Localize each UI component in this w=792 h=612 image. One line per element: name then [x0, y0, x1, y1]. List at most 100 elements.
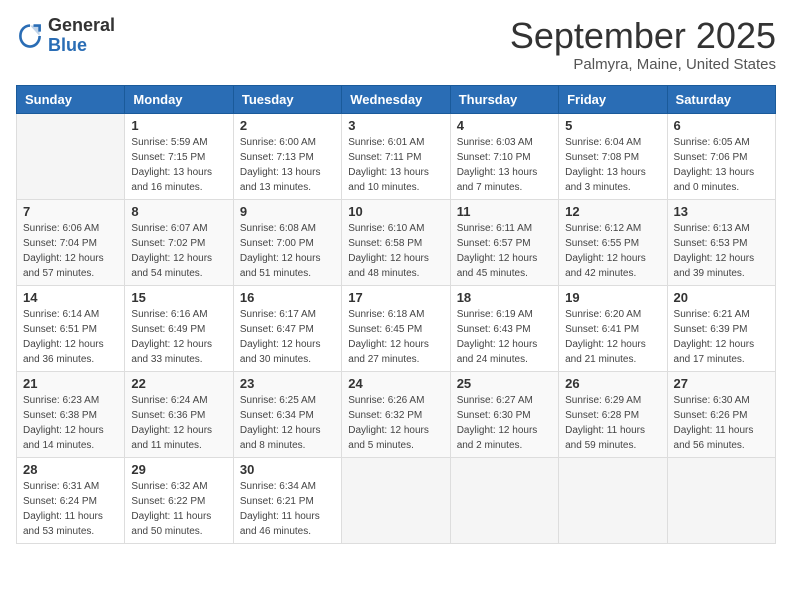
day-info: Sunrise: 6:21 AMSunset: 6:39 PMDaylight:… [674, 307, 769, 367]
weekday-header-wednesday: Wednesday [342, 85, 450, 113]
calendar-cell: 9 Sunrise: 6:08 AMSunset: 7:00 PMDaylight… [233, 199, 341, 285]
calendar-cell: 22 Sunrise: 6:24 AMSunset: 6:36 PMDayligh… [125, 371, 233, 457]
day-number: 9 [240, 204, 335, 219]
calendar-cell [17, 113, 125, 199]
weekday-header-saturday: Saturday [667, 85, 775, 113]
day-number: 2 [240, 118, 335, 133]
day-info: Sunrise: 6:30 AMSunset: 6:26 PMDaylight:… [674, 393, 769, 453]
weekday-header-thursday: Thursday [450, 85, 558, 113]
calendar-cell: 27 Sunrise: 6:30 AMSunset: 6:26 PMDayligh… [667, 371, 775, 457]
calendar-cell: 2 Sunrise: 6:00 AMSunset: 7:13 PMDaylight… [233, 113, 341, 199]
logo-text: General Blue [48, 16, 115, 56]
day-number: 27 [674, 376, 769, 391]
day-info: Sunrise: 6:23 AMSunset: 6:38 PMDaylight:… [23, 393, 118, 453]
day-info: Sunrise: 6:08 AMSunset: 7:00 PMDaylight:… [240, 221, 335, 281]
day-number: 25 [457, 376, 552, 391]
calendar-week-4: 21 Sunrise: 6:23 AMSunset: 6:38 PMDayligh… [17, 371, 776, 457]
day-info: Sunrise: 6:07 AMSunset: 7:02 PMDaylight:… [131, 221, 226, 281]
day-info: Sunrise: 6:26 AMSunset: 6:32 PMDaylight:… [348, 393, 443, 453]
day-info: Sunrise: 6:04 AMSunset: 7:08 PMDaylight:… [565, 135, 660, 195]
day-info: Sunrise: 6:17 AMSunset: 6:47 PMDaylight:… [240, 307, 335, 367]
day-info: Sunrise: 6:13 AMSunset: 6:53 PMDaylight:… [674, 221, 769, 281]
day-info: Sunrise: 6:34 AMSunset: 6:21 PMDaylight:… [240, 479, 335, 539]
logo-icon [16, 22, 44, 50]
day-number: 22 [131, 376, 226, 391]
month-title: September 2025 [510, 16, 776, 56]
day-number: 7 [23, 204, 118, 219]
day-info: Sunrise: 6:14 AMSunset: 6:51 PMDaylight:… [23, 307, 118, 367]
calendar-cell: 3Sunrise: 6:01 AMSunset: 7:11 PMDaylight… [342, 113, 450, 199]
title-area: September 2025 Palmyra, Maine, United St… [510, 16, 776, 73]
day-info: Sunrise: 6:31 AMSunset: 6:24 PMDaylight:… [23, 479, 118, 539]
calendar-cell: 19 Sunrise: 6:20 AMSunset: 6:41 PMDayligh… [559, 285, 667, 371]
day-number: 26 [565, 376, 660, 391]
weekday-header-monday: Monday [125, 85, 233, 113]
calendar-cell: 7Sunrise: 6:06 AMSunset: 7:04 PMDaylight… [17, 199, 125, 285]
day-info: Sunrise: 6:20 AMSunset: 6:41 PMDaylight:… [565, 307, 660, 367]
day-number: 11 [457, 204, 552, 219]
day-number: 16 [240, 290, 335, 305]
day-number: 10 [348, 204, 443, 219]
calendar-cell: 26 Sunrise: 6:29 AMSunset: 6:28 PMDayligh… [559, 371, 667, 457]
calendar-cell: 6Sunrise: 6:05 AMSunset: 7:06 PMDaylight… [667, 113, 775, 199]
calendar: SundayMondayTuesdayWednesdayThursdayFrid… [16, 85, 776, 544]
calendar-cell: 5Sunrise: 6:04 AMSunset: 7:08 PMDaylight… [559, 113, 667, 199]
weekday-header-tuesday: Tuesday [233, 85, 341, 113]
calendar-week-3: 14Sunrise: 6:14 AMSunset: 6:51 PMDayligh… [17, 285, 776, 371]
day-number: 20 [674, 290, 769, 305]
calendar-cell: 17 Sunrise: 6:18 AMSunset: 6:45 PMDayligh… [342, 285, 450, 371]
calendar-cell: 18Sunrise: 6:19 AMSunset: 6:43 PMDayligh… [450, 285, 558, 371]
calendar-cell: 21 Sunrise: 6:23 AMSunset: 6:38 PMDayligh… [17, 371, 125, 457]
day-info: Sunrise: 6:01 AMSunset: 7:11 PMDaylight:… [348, 135, 443, 195]
day-info: Sunrise: 6:12 AMSunset: 6:55 PMDaylight:… [565, 221, 660, 281]
day-number: 4 [457, 118, 552, 133]
calendar-week-5: 28Sunrise: 6:31 AMSunset: 6:24 PMDayligh… [17, 457, 776, 543]
day-info: Sunrise: 6:32 AMSunset: 6:22 PMDaylight:… [131, 479, 226, 539]
day-info: Sunrise: 6:24 AMSunset: 6:36 PMDaylight:… [131, 393, 226, 453]
day-number: 21 [23, 376, 118, 391]
day-number: 1 [131, 118, 226, 133]
location-subtitle: Palmyra, Maine, United States [510, 56, 776, 73]
calendar-header-row: SundayMondayTuesdayWednesdayThursdayFrid… [17, 85, 776, 113]
calendar-week-2: 7Sunrise: 6:06 AMSunset: 7:04 PMDaylight… [17, 199, 776, 285]
header-area: General Blue September 2025 Palmyra, Mai… [16, 16, 776, 73]
calendar-cell: 15 Sunrise: 6:16 AMSunset: 6:49 PMDayligh… [125, 285, 233, 371]
day-info: Sunrise: 6:00 AMSunset: 7:13 PMDaylight:… [240, 135, 335, 195]
day-info: Sunrise: 6:16 AMSunset: 6:49 PMDaylight:… [131, 307, 226, 367]
calendar-cell: 13 Sunrise: 6:13 AMSunset: 6:53 PMDayligh… [667, 199, 775, 285]
day-info: Sunrise: 5:59 AMSunset: 7:15 PMDaylight:… [131, 135, 226, 195]
day-info: Sunrise: 6:03 AMSunset: 7:10 PMDaylight:… [457, 135, 552, 195]
calendar-cell: 10 Sunrise: 6:10 AMSunset: 6:58 PMDayligh… [342, 199, 450, 285]
day-info: Sunrise: 6:27 AMSunset: 6:30 PMDaylight:… [457, 393, 552, 453]
day-info: Sunrise: 6:18 AMSunset: 6:45 PMDaylight:… [348, 307, 443, 367]
day-number: 13 [674, 204, 769, 219]
logo-general: General [48, 15, 115, 35]
calendar-cell [450, 457, 558, 543]
day-number: 30 [240, 462, 335, 477]
calendar-cell: 20 Sunrise: 6:21 AMSunset: 6:39 PMDayligh… [667, 285, 775, 371]
day-info: Sunrise: 6:29 AMSunset: 6:28 PMDaylight:… [565, 393, 660, 453]
day-number: 17 [348, 290, 443, 305]
day-info: Sunrise: 6:11 AMSunset: 6:57 PMDaylight:… [457, 221, 552, 281]
calendar-cell: 29Sunrise: 6:32 AMSunset: 6:22 PMDayligh… [125, 457, 233, 543]
calendar-cell: 23 Sunrise: 6:25 AMSunset: 6:34 PMDayligh… [233, 371, 341, 457]
calendar-cell: 28Sunrise: 6:31 AMSunset: 6:24 PMDayligh… [17, 457, 125, 543]
day-info: Sunrise: 6:25 AMSunset: 6:34 PMDaylight:… [240, 393, 335, 453]
day-number: 12 [565, 204, 660, 219]
day-info: Sunrise: 6:10 AMSunset: 6:58 PMDaylight:… [348, 221, 443, 281]
weekday-header-sunday: Sunday [17, 85, 125, 113]
weekday-header-friday: Friday [559, 85, 667, 113]
calendar-cell: 1 Sunrise: 5:59 AMSunset: 7:15 PMDaylight… [125, 113, 233, 199]
calendar-cell [342, 457, 450, 543]
calendar-cell [559, 457, 667, 543]
logo: General Blue [16, 16, 115, 56]
day-info: Sunrise: 6:05 AMSunset: 7:06 PMDaylight:… [674, 135, 769, 195]
day-info: Sunrise: 6:19 AMSunset: 6:43 PMDaylight:… [457, 307, 552, 367]
day-number: 19 [565, 290, 660, 305]
calendar-cell: 24Sunrise: 6:26 AMSunset: 6:32 PMDayligh… [342, 371, 450, 457]
day-number: 8 [131, 204, 226, 219]
calendar-week-1: 1 Sunrise: 5:59 AMSunset: 7:15 PMDaylight… [17, 113, 776, 199]
calendar-cell: 11 Sunrise: 6:11 AMSunset: 6:57 PMDayligh… [450, 199, 558, 285]
day-number: 23 [240, 376, 335, 391]
day-number: 15 [131, 290, 226, 305]
